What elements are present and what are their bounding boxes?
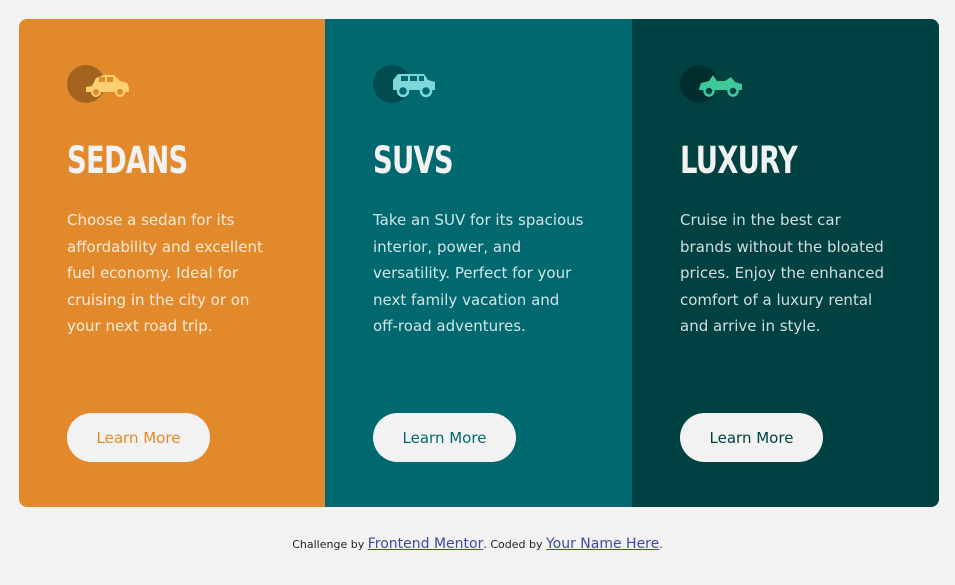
card-luxury: Luxury Cruise in the best car brands wit… bbox=[632, 19, 939, 507]
card-title: Luxury bbox=[680, 139, 798, 182]
card-description: Choose a sedan for its affordability and… bbox=[67, 211, 263, 335]
footer-suffix: . bbox=[659, 538, 663, 551]
card-title: Sedans bbox=[67, 139, 188, 182]
footer-prefix: Challenge by bbox=[292, 538, 368, 551]
learn-more-button[interactable]: Learn More bbox=[680, 413, 823, 462]
cards-container: Sedans Choose a sedan for its affordabil… bbox=[19, 19, 939, 507]
frontend-mentor-link[interactable]: Frontend Mentor bbox=[368, 536, 484, 552]
author-link[interactable]: Your Name Here bbox=[546, 536, 659, 552]
learn-more-button[interactable]: Learn More bbox=[373, 413, 516, 462]
suv-car-icon bbox=[373, 63, 443, 105]
sedan-car-icon bbox=[67, 63, 137, 105]
footer-middle: . Coded by bbox=[483, 538, 546, 551]
card-suvs: SUVs Take an SUV for its spacious interi… bbox=[325, 19, 632, 507]
luxury-car-icon bbox=[680, 63, 750, 105]
card-sedans: Sedans Choose a sedan for its affordabil… bbox=[19, 19, 325, 507]
learn-more-button[interactable]: Learn More bbox=[67, 413, 210, 462]
card-description: Cruise in the best car brands without th… bbox=[680, 211, 884, 335]
card-description: Take an SUV for its spacious interior, p… bbox=[373, 211, 584, 335]
attribution-footer: Challenge by Frontend Mentor. Coded by Y… bbox=[0, 536, 955, 552]
card-title: SUVs bbox=[373, 139, 454, 182]
